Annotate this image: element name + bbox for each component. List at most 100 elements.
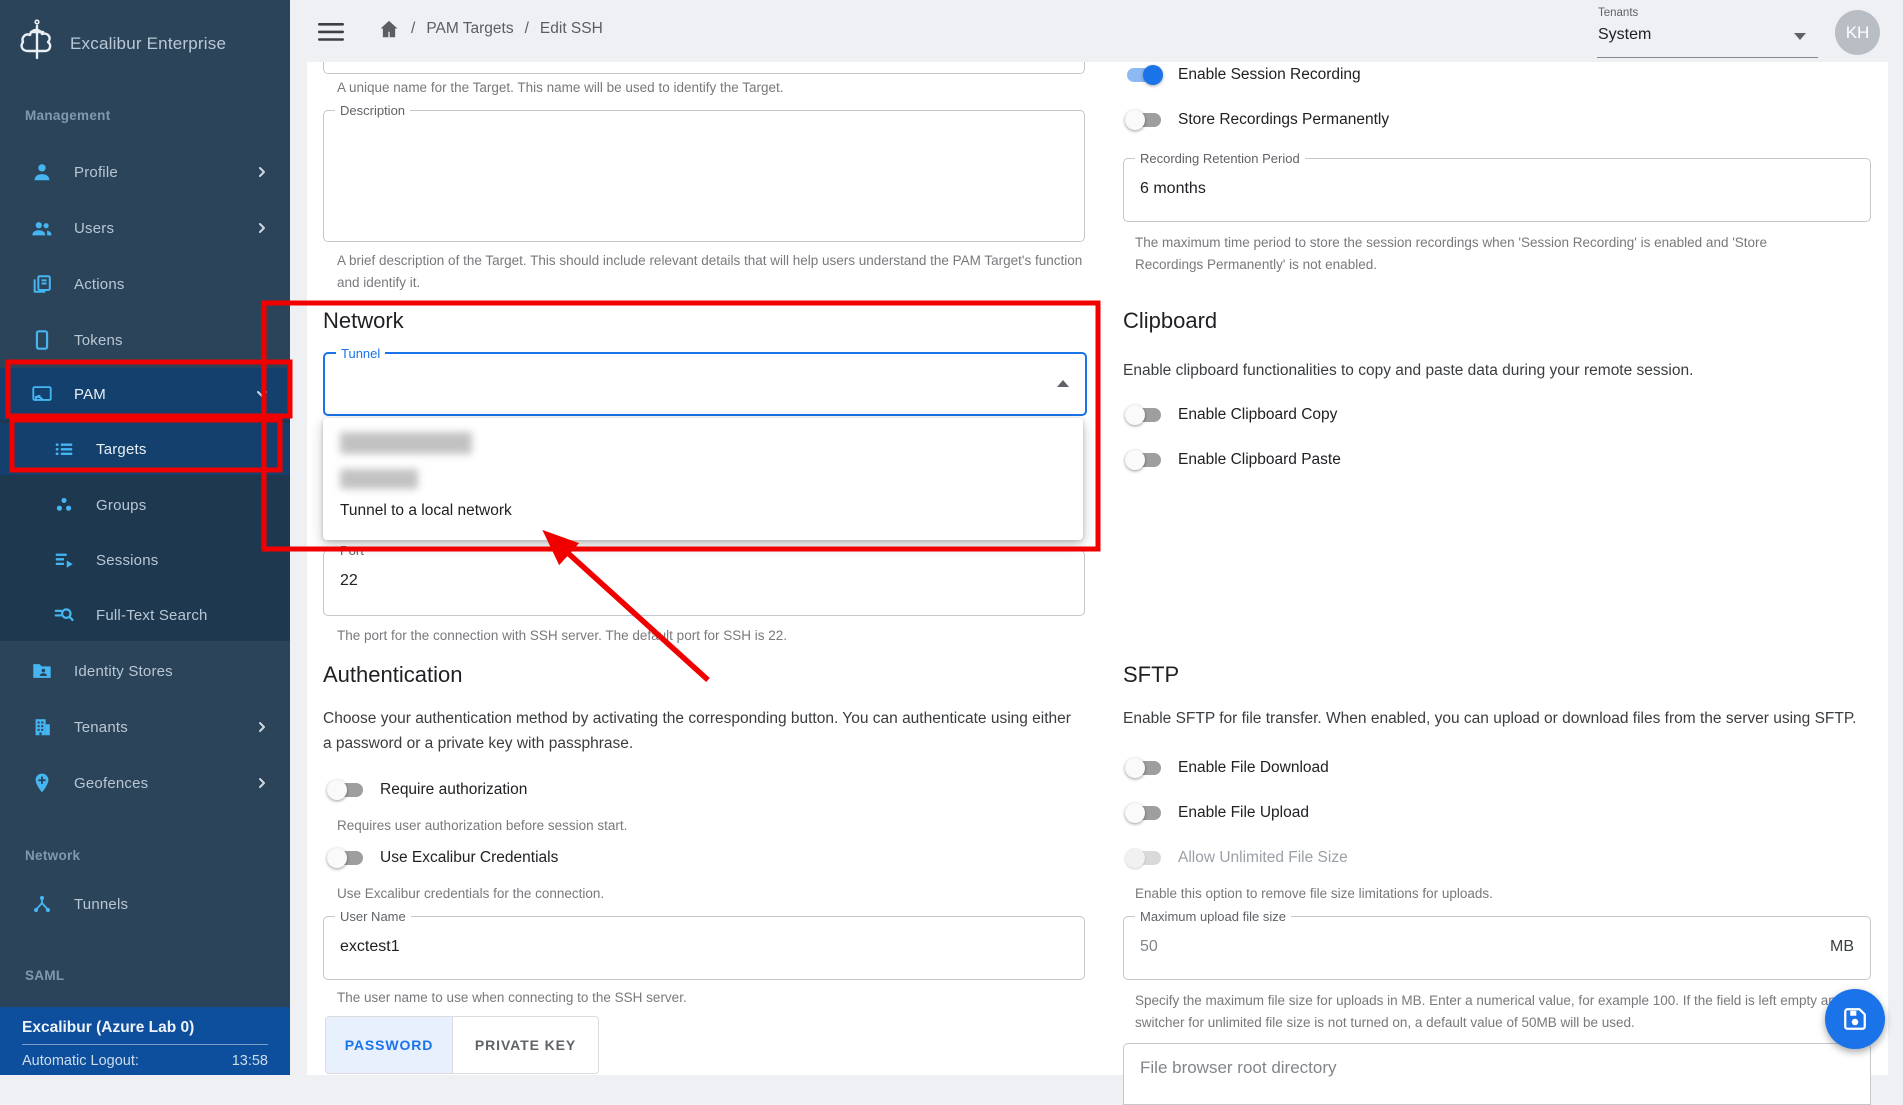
target-name-helper: A unique name for the Target. This name … [337, 80, 784, 95]
sidebar-item-tunnels[interactable]: Tunnels [0, 878, 290, 930]
port-label: Port [335, 542, 369, 559]
sidebar-item-geofences[interactable]: Geofences [0, 757, 290, 809]
port-value: 22 [340, 572, 358, 590]
sidebar-item-label: Tenants [74, 719, 128, 736]
sidebar-item-label: Actions [74, 276, 125, 293]
store-recordings-permanently-row: Store Recordings Permanently [1125, 106, 1389, 134]
pam-screen-share-icon [31, 383, 53, 405]
user-name-helper: The user name to use when connecting to … [337, 990, 687, 1005]
allow-unlimited-file-size-helper: Enable this option to remove file size l… [1135, 886, 1493, 901]
sidebar-item-label: Geofences [74, 775, 148, 792]
store-recordings-permanently-toggle[interactable] [1125, 108, 1163, 132]
allow-unlimited-file-size-label: Allow Unlimited File Size [1178, 849, 1348, 867]
maximum-upload-file-size-unit: MB [1830, 938, 1854, 956]
enable-clipboard-paste-toggle[interactable] [1125, 448, 1163, 472]
file-browser-root-directory-placeholder: File browser root directory [1140, 1058, 1337, 1078]
sidebar-item-label: Targets [96, 441, 147, 458]
sidebar-item-label: Sessions [96, 552, 158, 569]
allow-unlimited-file-size-row: Allow Unlimited File Size [1125, 844, 1348, 872]
allow-unlimited-file-size-toggle [1125, 846, 1163, 870]
excalibur-cloud-sword-logo-icon [18, 18, 60, 69]
chevron-right-icon [256, 721, 268, 733]
recording-retention-period-select[interactable]: Recording Retention Period 6 months [1123, 158, 1871, 222]
tenant-select[interactable]: System [1598, 26, 1818, 44]
description-helper: A brief description of the Target. This … [337, 250, 1087, 294]
sidebar-item-label: Tokens [74, 332, 123, 349]
actions-icon [31, 273, 53, 295]
enable-file-upload-label: Enable File Upload [1178, 804, 1309, 822]
enable-session-recording-toggle[interactable] [1125, 63, 1163, 87]
sidebar-item-targets[interactable]: Targets [0, 423, 290, 475]
tunnel-option-redacted[interactable] [340, 469, 418, 489]
sftp-intro: Enable SFTP for file transfer. When enab… [1123, 706, 1857, 731]
chevron-down-icon [256, 388, 268, 400]
maximum-upload-file-size-helper: Specify the maximum file size for upload… [1135, 990, 1873, 1034]
user-name-value: exctest1 [340, 938, 400, 956]
sidebar-item-pam[interactable]: PAM [0, 368, 290, 420]
tenant-selected-value: System [1598, 26, 1651, 43]
enable-file-upload-toggle[interactable] [1125, 801, 1163, 825]
tunnel-option-redacted[interactable] [340, 432, 472, 454]
authentication-intro: Choose your authentication method by act… [323, 706, 1071, 756]
store-recordings-permanently-label: Store Recordings Permanently [1178, 111, 1389, 129]
maximum-upload-file-size-input[interactable]: Maximum upload file size 50 MB [1123, 916, 1871, 980]
hamburger-menu-icon[interactable] [318, 22, 344, 47]
sidebar-item-tenants[interactable]: Tenants [0, 701, 290, 753]
sidebar-footer: Excalibur (Azure Lab 0) Automatic Logout… [0, 1007, 290, 1075]
use-excalibur-credentials-toggle[interactable] [327, 846, 365, 870]
footer-divider [22, 1044, 268, 1045]
recording-retention-period-label: Recording Retention Period [1135, 150, 1305, 167]
select-caret-down-icon [1794, 33, 1806, 40]
maximum-upload-file-size-label: Maximum upload file size [1135, 908, 1291, 925]
tunnel-option-local-network[interactable]: Tunnel to a local network [340, 502, 512, 520]
enable-file-download-row: Enable File Download [1125, 754, 1329, 782]
port-input[interactable]: Port 22 [323, 550, 1085, 616]
automatic-logout-label: Automatic Logout: [22, 1053, 139, 1069]
sidebar-item-label: Tunnels [74, 896, 128, 913]
sidebar-item-full-text-search[interactable]: Full-Text Search [0, 589, 290, 641]
auth-method-tabs: PASSWORD PRIVATE KEY [325, 1016, 599, 1074]
tunnel-select[interactable]: Tunnel [323, 352, 1087, 416]
enable-file-download-toggle[interactable] [1125, 756, 1163, 780]
target-name-input[interactable] [323, 62, 1085, 74]
user-name-input[interactable]: User Name exctest1 [323, 916, 1085, 980]
sidebar-item-users[interactable]: Users [0, 202, 290, 254]
sidebar-item-profile[interactable]: Profile [0, 146, 290, 198]
require-authorization-helper: Requires user authorization before sessi… [337, 818, 627, 833]
enable-session-recording-label: Enable Session Recording [1178, 66, 1361, 84]
save-button[interactable] [1825, 989, 1885, 1049]
brand-name: Excalibur Enterprise [70, 34, 226, 54]
sidebar-item-actions[interactable]: Actions [0, 258, 290, 310]
require-authorization-label: Require authorization [380, 781, 527, 799]
recording-retention-period-value: 6 months [1140, 180, 1206, 198]
sidebar-item-groups[interactable]: Groups [0, 479, 290, 531]
file-browser-root-directory-input[interactable]: File browser root directory [1123, 1043, 1871, 1105]
sidebar-item-tokens[interactable]: Tokens [0, 314, 290, 366]
identity-stores-folder-icon [31, 660, 53, 682]
sidebar-item-label: PAM [74, 386, 106, 403]
enable-clipboard-paste-label: Enable Clipboard Paste [1178, 451, 1341, 469]
tunnel-options-menu: Tunnel to a local network [323, 418, 1083, 540]
tab-private-key[interactable]: PRIVATE KEY [453, 1016, 599, 1074]
geofences-pin-icon [31, 772, 53, 794]
enable-clipboard-copy-label: Enable Clipboard Copy [1178, 406, 1337, 424]
require-authorization-toggle[interactable] [327, 778, 365, 802]
automatic-logout-time: 13:58 [232, 1053, 268, 1069]
select-caret-up-icon [1057, 380, 1069, 387]
sidebar-item-label: Identity Stores [74, 663, 173, 680]
enable-clipboard-copy-toggle[interactable] [1125, 403, 1163, 427]
tunnels-network-icon [31, 893, 53, 915]
tab-password[interactable]: PASSWORD [325, 1016, 453, 1074]
authentication-section-heading: Authentication [323, 662, 462, 688]
tenants-select-label: Tenants [1598, 7, 1638, 19]
home-icon[interactable] [378, 18, 400, 40]
chevron-right-icon [256, 777, 268, 789]
maximum-upload-file-size-value: 50 [1140, 938, 1158, 956]
user-avatar[interactable]: KH [1835, 10, 1880, 55]
enable-session-recording-row: Enable Session Recording [1125, 61, 1361, 89]
breadcrumb-section[interactable]: PAM Targets [426, 20, 513, 38]
description-textarea[interactable]: Description [323, 110, 1085, 242]
sidebar-item-sessions[interactable]: Sessions [0, 534, 290, 586]
sidebar-item-identity-stores[interactable]: Identity Stores [0, 645, 290, 697]
breadcrumb: / PAM Targets / Edit SSH [378, 18, 603, 40]
